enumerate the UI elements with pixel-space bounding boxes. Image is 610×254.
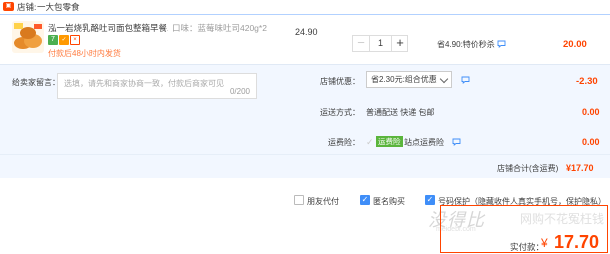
message-char-count: 0/200 [229,87,250,96]
store-total-amount: ¥17.70 [566,163,594,173]
guarantee-badge: ✓ [59,35,69,45]
number-protect-checkbox[interactable]: ✓ [425,195,435,205]
payment-label: 实付款： [510,242,545,252]
store-total-label: 店铺合计(含运费) [497,164,559,173]
discount-label: 店铺优惠： [320,77,360,86]
chevron-down-icon [439,74,449,84]
quantity-input[interactable]: 1 [370,36,391,51]
bread-image-icon [12,21,44,53]
insurance-label: 运费险： [328,138,360,147]
insurance-tag: 运费险 [376,136,403,147]
shop-icon: ▣ [3,2,14,11]
order-item-row: 泓一岩烧乳酪吐司面包整箱早餐... 口味：蓝莓味吐司420g*2 7 ✓ × 付… [0,14,610,64]
unit-price: 24.90 [295,27,318,37]
shop-name-link[interactable]: 一大包零食 [37,1,80,13]
discount-select[interactable]: 省2.30元:组合优惠 [366,71,452,88]
discount-selected-value: 省2.30元:组合优惠 [371,75,437,84]
payment-currency: ¥ [541,236,548,250]
insurance-checkbox[interactable]: ✓ [366,137,374,148]
quantity-stepper: − 1 + [352,35,408,52]
friend-pay-checkbox[interactable] [294,195,304,205]
shipping-promise: 付款后48小时内发货 [48,49,121,58]
shipping-amount: 0.00 [582,107,600,117]
product-thumbnail[interactable] [12,21,44,53]
message-placeholder: 选填，请先和商家协商一致，付款后商家可见 [64,79,224,88]
anonymous-label: 匿名购买 [373,197,405,206]
item-subtotal: 20.00 [563,39,587,50]
anonymous-checkbox[interactable]: ✓ [360,195,370,205]
seven-day-return-badge: 7 [48,35,58,45]
payment-amount: 17.70 [554,232,600,252]
product-title-link[interactable]: 泓一岩烧乳酪吐司面包整箱早餐... [48,22,168,34]
discount-amount: -2.30 [576,76,598,87]
insurance-amount: 0.00 [582,137,600,147]
quantity-increase-button[interactable]: + [391,36,408,51]
shipping-label: 运送方式： [320,108,360,117]
seller-message-textarea[interactable]: 选填，请先和商家协商一致，付款后商家可见 0/200 [57,73,257,99]
promotion-text: 省4.90:特价秒杀 [437,40,495,49]
chat-bubble-icon[interactable] [452,138,461,146]
message-label: 给卖家留言： [12,78,60,87]
product-sku: 口味：蓝莓味吐司420g*2 [172,23,267,33]
shop-label: 店铺: [17,2,37,12]
shop-header: ▣ 店铺: 一大包零食 [0,0,610,13]
store-total-row: 店铺合计(含运费) ¥17.70 [0,154,610,178]
friend-pay-label: 朋友代付 [307,197,339,206]
shipping-method: 普通配送 快递 包邮 [366,108,435,117]
chat-bubble-icon[interactable] [497,40,506,48]
quantity-decrease-button[interactable]: − [353,36,370,51]
no-fake-badge: × [70,35,80,45]
order-confirm-page: ▣ 店铺: 一大包零食 泓一岩烧乳酪吐司面包整箱早餐... 口味：蓝莓味吐司42… [0,0,610,254]
insurance-text: 站点运费险 [404,138,444,147]
chat-bubble-icon[interactable] [461,76,470,84]
